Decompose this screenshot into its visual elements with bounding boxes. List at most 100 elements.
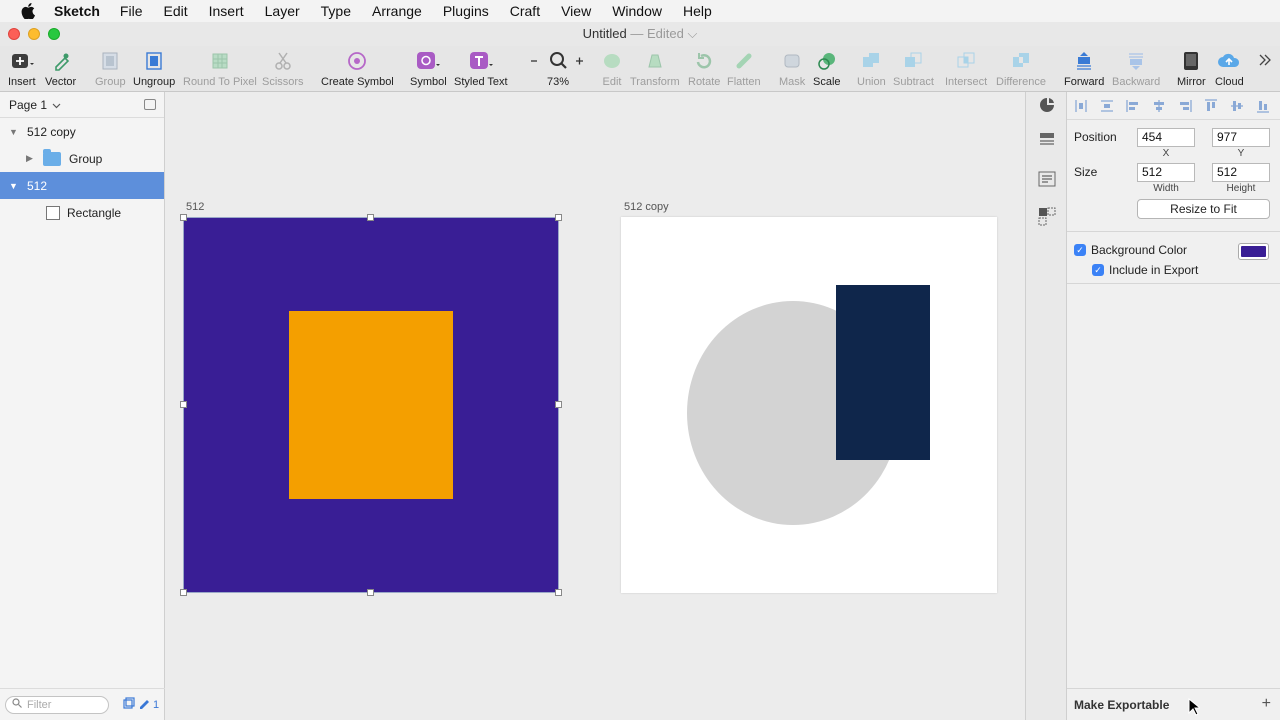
resize-handle-top-right[interactable] xyxy=(555,214,562,221)
background-color-swatch[interactable] xyxy=(1238,243,1269,260)
round-to-pixel-button[interactable]: Round To Pixel xyxy=(183,49,257,88)
group-button[interactable]: Group xyxy=(95,49,126,88)
distribute-horizontal-icon[interactable] xyxy=(1073,99,1089,113)
edit-button[interactable]: Edit xyxy=(599,49,625,88)
edited-filter-icon[interactable] xyxy=(138,697,150,712)
y-position-field[interactable]: 977 xyxy=(1212,128,1270,147)
resize-handle-bottom-right[interactable] xyxy=(555,589,562,596)
scale-button[interactable]: Scale xyxy=(813,49,841,88)
menu-insert[interactable]: Insert xyxy=(209,0,244,22)
x-position-field[interactable]: 454 xyxy=(1137,128,1195,147)
menu-view[interactable]: View xyxy=(561,0,591,22)
height-field[interactable]: 512 xyxy=(1212,163,1270,182)
align-left-icon[interactable] xyxy=(1125,99,1141,113)
align-bottom-icon[interactable] xyxy=(1255,99,1271,113)
divider xyxy=(1067,283,1280,284)
resize-handle-left[interactable] xyxy=(180,401,187,408)
collapse-pages-icon[interactable] xyxy=(144,99,156,110)
menu-arrange[interactable]: Arrange xyxy=(372,0,422,22)
plus-icon[interactable]: + xyxy=(1262,695,1271,713)
align-top-icon[interactable] xyxy=(1203,98,1219,113)
edited-status: — Edited xyxy=(630,26,684,41)
ungroup-button[interactable]: Ungroup xyxy=(133,49,175,88)
layer-rectangle[interactable]: Rectangle xyxy=(0,199,164,226)
apple-icon[interactable] xyxy=(20,3,36,19)
canvas[interactable]: 512 512 copy xyxy=(165,92,1025,720)
menu-type[interactable]: Type xyxy=(321,0,351,22)
resize-handle-top-left[interactable] xyxy=(180,214,187,221)
menu-craft[interactable]: Craft xyxy=(510,0,540,22)
pen-icon xyxy=(48,49,74,73)
disclosure-expanded-icon[interactable]: ▼ xyxy=(9,181,19,191)
y-label: Y xyxy=(1237,148,1245,159)
distribute-vertical-icon[interactable] xyxy=(1099,99,1115,113)
subtract-button[interactable]: Subtract xyxy=(893,49,934,88)
artboard-title-512[interactable]: 512 xyxy=(186,201,204,213)
x-label: X xyxy=(1162,148,1170,159)
resize-handle-bottom[interactable] xyxy=(367,589,374,596)
artboard-512-copy[interactable] xyxy=(621,217,997,593)
layer-group[interactable]: ▶ Group xyxy=(0,145,164,172)
transform-button[interactable]: Transform xyxy=(630,49,680,88)
flatten-button[interactable]: Flatten xyxy=(727,49,761,88)
styled-text-button[interactable]: Styled Text xyxy=(454,49,508,88)
align-right-icon[interactable] xyxy=(1177,99,1193,113)
ungroup-icon xyxy=(141,49,167,73)
make-exportable-button[interactable]: Make Exportable xyxy=(1074,698,1169,712)
intersect-button[interactable]: Intersect xyxy=(945,49,987,88)
vector-button[interactable]: Vector xyxy=(45,49,76,88)
symbol-button[interactable]: Symbol xyxy=(410,49,447,88)
menu-help[interactable]: Help xyxy=(683,0,712,22)
artboard-title-512-copy[interactable]: 512 copy xyxy=(624,201,669,213)
rotate-button[interactable]: Rotate xyxy=(688,49,720,88)
union-button[interactable]: Union xyxy=(857,49,886,88)
layer-artboard-512[interactable]: ▼ 512 xyxy=(0,172,164,199)
width-label: Width xyxy=(1153,183,1179,194)
resize-handle-top[interactable] xyxy=(367,214,374,221)
mirror-button[interactable]: Mirror xyxy=(1177,49,1206,88)
filter-input[interactable]: Filter xyxy=(5,695,109,714)
cloud-button[interactable]: Cloud xyxy=(1215,49,1244,88)
difference-button[interactable]: Difference xyxy=(996,49,1046,88)
navy-rectangle[interactable] xyxy=(836,285,930,460)
chevron-down-icon[interactable]: ⌵ xyxy=(687,26,697,41)
layer-filter-bar: Filter 1 xyxy=(0,688,165,720)
backward-button[interactable]: Backward xyxy=(1112,49,1160,88)
pixel-grid-icon xyxy=(207,49,233,73)
background-color-checkbox[interactable]: ✓ xyxy=(1074,244,1086,256)
menu-file[interactable]: File xyxy=(120,0,143,22)
orange-rectangle[interactable] xyxy=(289,311,453,499)
menu-plugins[interactable]: Plugins xyxy=(443,0,489,22)
toolbar-overflow-icon[interactable] xyxy=(1258,52,1272,68)
width-field[interactable]: 512 xyxy=(1137,163,1195,182)
insert-button[interactable]: Insert xyxy=(8,49,36,88)
disclosure-expanded-icon[interactable]: ▼ xyxy=(9,127,19,137)
layer-artboard-512-copy[interactable]: ▼ 512 copy xyxy=(0,118,164,145)
mask-button[interactable]: Mask xyxy=(779,49,805,88)
symbol-filter-icon[interactable] xyxy=(123,697,135,712)
scissors-button[interactable]: Scissors xyxy=(262,49,304,88)
layers-stack-icon[interactable] xyxy=(1036,128,1058,150)
menu-edit[interactable]: Edit xyxy=(163,0,187,22)
forward-button[interactable]: Forward xyxy=(1064,49,1104,88)
create-symbol-button[interactable]: Create Symbol xyxy=(321,49,394,88)
divider xyxy=(1067,231,1280,232)
disclosure-collapsed-icon[interactable]: ▶ xyxy=(26,153,36,164)
menu-app-sketch[interactable]: Sketch xyxy=(54,0,100,22)
menu-layer[interactable]: Layer xyxy=(265,0,300,22)
resize-to-fit-button[interactable]: Resize to Fit xyxy=(1137,199,1270,219)
align-horizontal-center-icon[interactable] xyxy=(1151,99,1167,113)
resize-handle-right[interactable] xyxy=(555,401,562,408)
window-title: Untitled — Edited ⌵ xyxy=(0,26,1280,42)
zoom-control[interactable]: 73% xyxy=(528,49,588,88)
menu-window[interactable]: Window xyxy=(612,0,662,22)
page-selector[interactable]: Page 1 xyxy=(0,92,164,118)
symbol-overrides-icon[interactable] xyxy=(1036,206,1058,228)
artboard-512[interactable] xyxy=(183,217,559,593)
resize-handle-bottom-left[interactable] xyxy=(180,589,187,596)
list-icon[interactable] xyxy=(1036,168,1058,190)
style-tab-icon[interactable] xyxy=(1036,94,1058,116)
align-vertical-center-icon[interactable] xyxy=(1229,99,1245,113)
include-in-export-checkbox[interactable]: ✓ xyxy=(1092,264,1104,276)
symbol-icon xyxy=(415,49,441,73)
